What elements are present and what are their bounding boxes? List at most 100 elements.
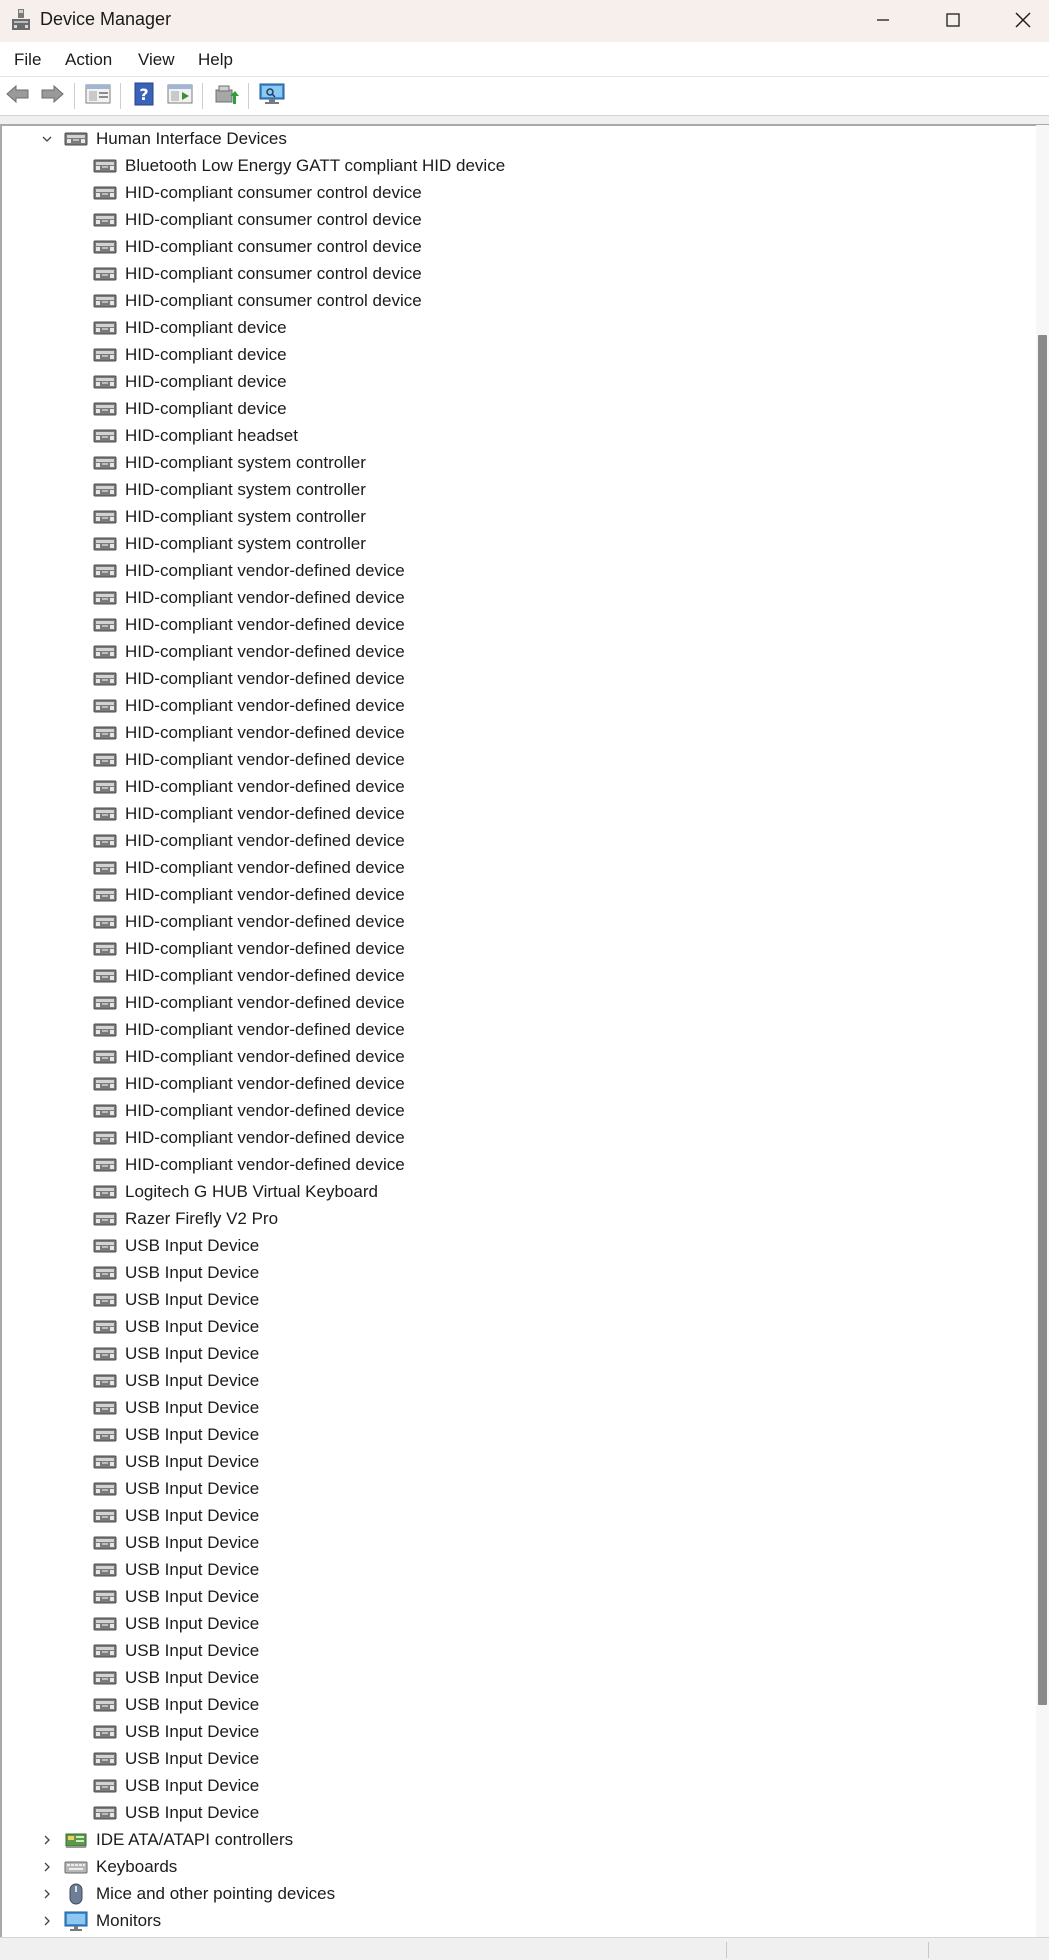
device-list-item[interactable]: HID-compliant vendor-defined device bbox=[93, 611, 405, 638]
device-list-item[interactable]: HID-compliant vendor-defined device bbox=[93, 989, 405, 1016]
scrollbar-thumb[interactable] bbox=[1038, 335, 1047, 1705]
device-list-item[interactable]: HID-compliant vendor-defined device bbox=[93, 1097, 405, 1124]
device-list-item[interactable]: HID-compliant system controller bbox=[93, 476, 366, 503]
device-list-item[interactable]: HID-compliant vendor-defined device bbox=[93, 719, 405, 746]
device-list-item[interactable]: HID-compliant vendor-defined device bbox=[93, 854, 405, 881]
device-list-item[interactable]: USB Input Device bbox=[93, 1799, 259, 1826]
minimize-button[interactable] bbox=[848, 0, 918, 40]
help-button[interactable]: ? bbox=[130, 82, 158, 110]
device-list-item[interactable]: USB Input Device bbox=[93, 1259, 259, 1286]
maximize-button[interactable] bbox=[918, 0, 988, 40]
device-list-item[interactable]: HID-compliant vendor-defined device bbox=[93, 1043, 405, 1070]
device-list-item[interactable]: USB Input Device bbox=[93, 1772, 259, 1799]
device-list-item[interactable]: USB Input Device bbox=[93, 1286, 259, 1313]
device-list-item[interactable]: USB Input Device bbox=[93, 1691, 259, 1718]
scan-hardware-button[interactable] bbox=[258, 82, 286, 110]
device-list-item[interactable]: Bluetooth Low Energy GATT compliant HID … bbox=[93, 152, 505, 179]
device-label: HID-compliant vendor-defined device bbox=[125, 587, 405, 607]
device-list-item[interactable]: USB Input Device bbox=[93, 1556, 259, 1583]
device-list-item[interactable]: USB Input Device bbox=[93, 1718, 259, 1745]
category-row[interactable]: Keyboards bbox=[2, 1853, 1032, 1880]
device-list-item[interactable]: HID-compliant vendor-defined device bbox=[93, 935, 405, 962]
device-list-item[interactable]: USB Input Device bbox=[93, 1367, 259, 1394]
device-list-item[interactable]: HID-compliant vendor-defined device bbox=[93, 692, 405, 719]
device-list-item[interactable]: HID-compliant device bbox=[93, 341, 287, 368]
title-bar[interactable]: Device Manager bbox=[0, 0, 1049, 42]
device-list-item[interactable]: HID-compliant vendor-defined device bbox=[93, 1070, 405, 1097]
toolbar-separator bbox=[202, 83, 203, 109]
hid-device-icon bbox=[93, 371, 117, 393]
device-list-item[interactable]: HID-compliant vendor-defined device bbox=[93, 638, 405, 665]
device-list-item[interactable]: HID-compliant vendor-defined device bbox=[93, 881, 405, 908]
category-human-interface-devices[interactable]: Human Interface Devices bbox=[2, 125, 1032, 152]
device-tree[interactable]: Human Interface Devices Bluetooth Low En… bbox=[0, 125, 1038, 1937]
device-list-item[interactable]: Razer Firefly V2 Pro bbox=[93, 1205, 278, 1232]
device-list-item[interactable]: USB Input Device bbox=[93, 1394, 259, 1421]
close-button[interactable] bbox=[988, 0, 1049, 40]
device-label: HID-compliant vendor-defined device bbox=[125, 749, 405, 769]
chevron-right-icon[interactable] bbox=[40, 1860, 54, 1874]
device-list-item[interactable]: HID-compliant vendor-defined device bbox=[93, 1016, 405, 1043]
device-list-item[interactable]: USB Input Device bbox=[93, 1637, 259, 1664]
device-list-item[interactable]: Logitech G HUB Virtual Keyboard bbox=[93, 1178, 378, 1205]
device-list-item[interactable]: USB Input Device bbox=[93, 1610, 259, 1637]
show-hide-console-tree-button[interactable] bbox=[84, 82, 112, 110]
device-list-item[interactable]: HID-compliant device bbox=[93, 395, 287, 422]
hid-device-icon bbox=[93, 992, 117, 1014]
properties-button[interactable] bbox=[166, 82, 194, 110]
hid-device-icon bbox=[93, 1721, 117, 1743]
device-list-item[interactable]: HID-compliant consumer control device bbox=[93, 260, 422, 287]
device-list-item[interactable]: USB Input Device bbox=[93, 1313, 259, 1340]
device-list-item[interactable]: HID-compliant vendor-defined device bbox=[93, 962, 405, 989]
menu-view[interactable]: View bbox=[138, 50, 175, 70]
device-list-item[interactable]: HID-compliant system controller bbox=[93, 503, 366, 530]
category-row[interactable]: Mice and other pointing devices bbox=[2, 1880, 1032, 1907]
vertical-scrollbar[interactable] bbox=[1036, 125, 1049, 1937]
device-list-item[interactable]: HID-compliant vendor-defined device bbox=[93, 584, 405, 611]
device-list-item[interactable]: USB Input Device bbox=[93, 1340, 259, 1367]
device-list-item[interactable]: HID-compliant vendor-defined device bbox=[93, 908, 405, 935]
chevron-right-icon[interactable] bbox=[40, 1833, 54, 1847]
device-list-item[interactable]: USB Input Device bbox=[93, 1448, 259, 1475]
device-list-item[interactable]: HID-compliant headset bbox=[93, 422, 298, 449]
device-list-item[interactable]: USB Input Device bbox=[93, 1502, 259, 1529]
device-list-item[interactable]: USB Input Device bbox=[93, 1664, 259, 1691]
device-list-item[interactable]: HID-compliant vendor-defined device bbox=[93, 773, 405, 800]
forward-button[interactable] bbox=[38, 82, 66, 110]
menu-action[interactable]: Action bbox=[65, 50, 112, 70]
device-list-item[interactable]: HID-compliant vendor-defined device bbox=[93, 827, 405, 854]
device-list-item[interactable]: USB Input Device bbox=[93, 1583, 259, 1610]
menu-help[interactable]: Help bbox=[198, 50, 233, 70]
device-list-item[interactable]: HID-compliant consumer control device bbox=[93, 233, 422, 260]
category-row[interactable]: IDE ATA/ATAPI controllers bbox=[2, 1826, 1032, 1853]
mouse-icon bbox=[64, 1883, 88, 1905]
category-row[interactable]: Monitors bbox=[2, 1907, 1032, 1934]
device-list-item[interactable]: USB Input Device bbox=[93, 1745, 259, 1772]
device-list-item[interactable]: HID-compliant consumer control device bbox=[93, 206, 422, 233]
device-list-item[interactable]: HID-compliant consumer control device bbox=[93, 287, 422, 314]
chevron-down-icon[interactable] bbox=[40, 132, 54, 146]
device-list-item[interactable]: HID-compliant device bbox=[93, 314, 287, 341]
device-list-item[interactable]: HID-compliant vendor-defined device bbox=[93, 1151, 405, 1178]
hid-device-icon bbox=[93, 1505, 117, 1527]
device-list-item[interactable]: USB Input Device bbox=[93, 1475, 259, 1502]
chevron-right-icon[interactable] bbox=[40, 1887, 54, 1901]
device-list-item[interactable]: HID-compliant system controller bbox=[93, 449, 366, 476]
device-list-item[interactable]: HID-compliant vendor-defined device bbox=[93, 1124, 405, 1151]
device-list-item[interactable]: HID-compliant vendor-defined device bbox=[93, 557, 405, 584]
chevron-right-icon[interactable] bbox=[40, 1914, 54, 1928]
device-list-item[interactable]: USB Input Device bbox=[93, 1232, 259, 1259]
device-list-item[interactable]: HID-compliant device bbox=[93, 368, 287, 395]
update-driver-button[interactable] bbox=[212, 82, 240, 110]
device-label: HID-compliant vendor-defined device bbox=[125, 1100, 405, 1120]
menu-file[interactable]: File bbox=[14, 50, 41, 70]
device-list-item[interactable]: HID-compliant system controller bbox=[93, 530, 366, 557]
device-label: HID-compliant vendor-defined device bbox=[125, 776, 405, 796]
back-button[interactable] bbox=[4, 82, 32, 110]
device-list-item[interactable]: HID-compliant vendor-defined device bbox=[93, 665, 405, 692]
device-list-item[interactable]: HID-compliant consumer control device bbox=[93, 179, 422, 206]
device-list-item[interactable]: USB Input Device bbox=[93, 1529, 259, 1556]
device-list-item[interactable]: USB Input Device bbox=[93, 1421, 259, 1448]
device-list-item[interactable]: HID-compliant vendor-defined device bbox=[93, 800, 405, 827]
device-list-item[interactable]: HID-compliant vendor-defined device bbox=[93, 746, 405, 773]
